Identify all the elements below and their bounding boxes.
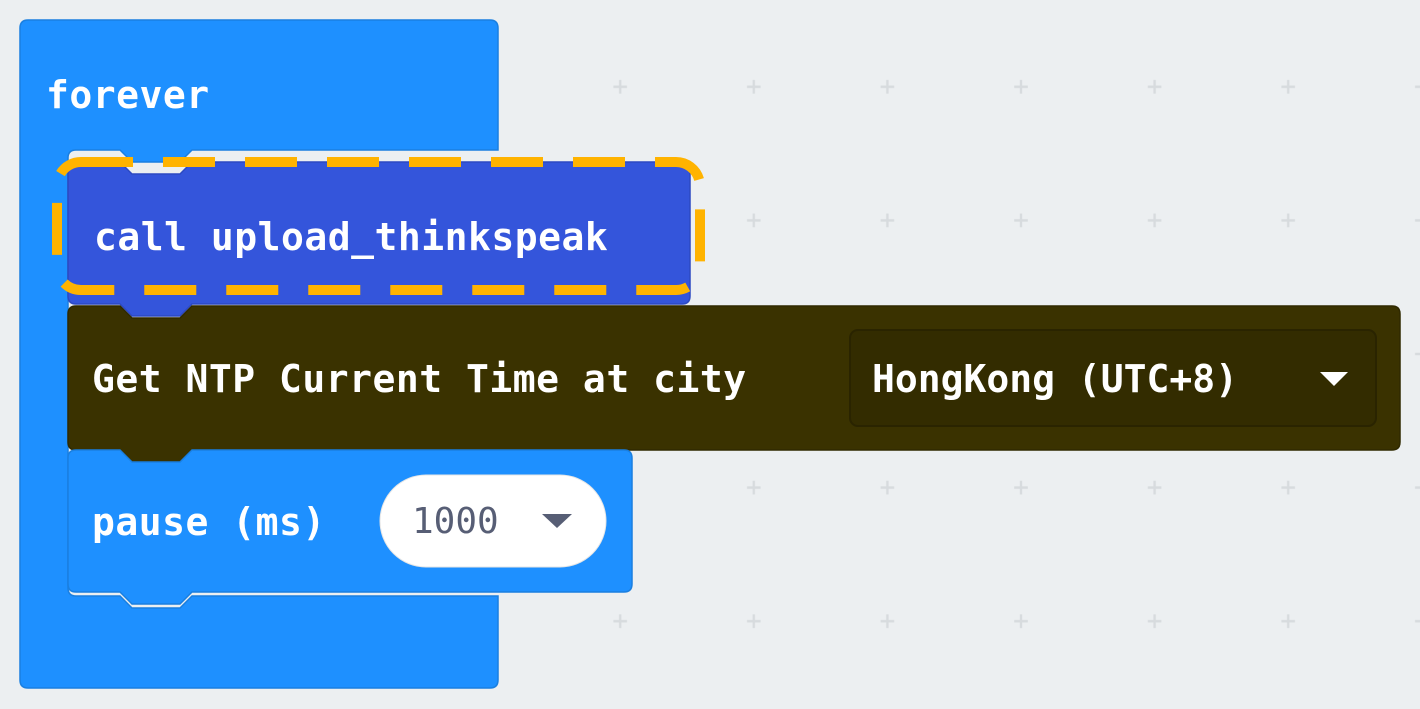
call-label: call upload_thinkspeak: [94, 215, 609, 259]
pause-label: pause (ms): [92, 500, 326, 544]
ntp-label: Get NTP Current Time at city: [92, 357, 747, 401]
workspace-grid: [0, 0, 1420, 709]
forever-label: forever: [46, 73, 210, 117]
blocks-workspace[interactable]: forever call upload_thinkspeak Get NTP C…: [0, 0, 1420, 709]
city-dropdown-value[interactable]: HongKong (UTC+8): [872, 360, 1238, 398]
duration-dropdown-value[interactable]: 1000: [412, 504, 499, 540]
